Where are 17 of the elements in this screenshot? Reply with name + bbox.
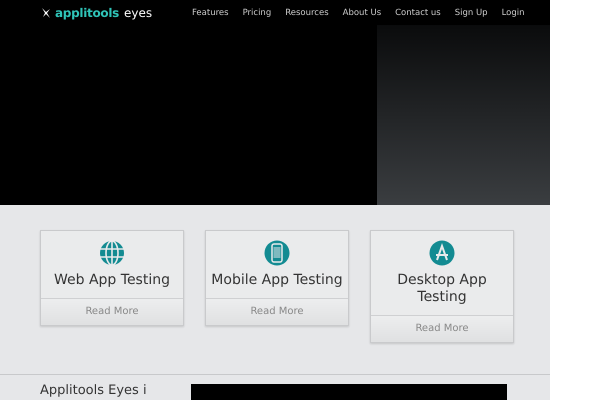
card-title: Desktop App Testing [396, 272, 488, 306]
logo-icon [40, 6, 52, 18]
nav-link[interactable]: Contact us [388, 8, 448, 18]
nav-link[interactable]: About Us [336, 8, 388, 18]
logo-product[interactable]: eyes [124, 6, 152, 20]
logo-text[interactable]: applitools [55, 6, 119, 20]
phone-icon [264, 240, 290, 266]
nav-link[interactable]: Features [185, 8, 236, 18]
section-heading: Applitools Eyes i [40, 384, 148, 398]
nav-link[interactable]: Login [494, 8, 532, 18]
globe-icon [99, 240, 125, 266]
card-title: Web App Testing [54, 272, 170, 289]
app-store-icon [429, 240, 455, 266]
nav-link[interactable]: Resources [278, 8, 336, 18]
card-title: Mobile App Testing [211, 272, 343, 289]
nav-link[interactable]: Sign Up [448, 8, 495, 18]
nav-link[interactable]: Pricing [236, 8, 278, 18]
